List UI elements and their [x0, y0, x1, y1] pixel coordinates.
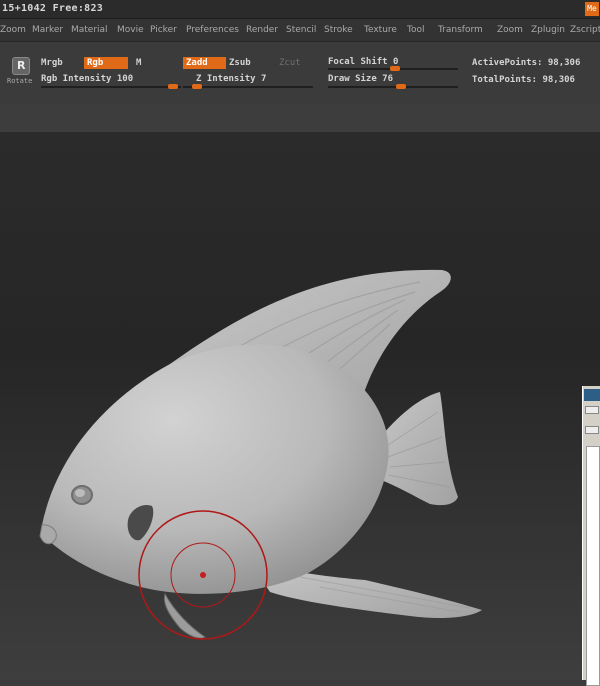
menu-zoom-left[interactable]: Zoom: [0, 25, 26, 35]
pelvic-fin: [163, 592, 206, 639]
draw-size-knob[interactable]: [396, 84, 406, 89]
fish-body: [42, 344, 389, 594]
menu-stroke[interactable]: Stroke: [324, 25, 353, 35]
z-intensity-label: Z Intensity 7: [196, 74, 267, 84]
fish-eye-highlight: [75, 489, 85, 497]
menu-movie[interactable]: Movie: [117, 25, 144, 35]
menu-picker[interactable]: Picker: [150, 25, 177, 35]
menu-zscript[interactable]: Zscript: [570, 25, 600, 35]
zsub-button[interactable]: Zsub: [229, 58, 251, 68]
rotate-button[interactable]: R: [12, 57, 30, 75]
rgb-intensity-label: Rgb Intensity 100: [41, 74, 134, 84]
z-intensity-knob[interactable]: [192, 84, 202, 89]
fish-viewport: [39, 269, 482, 640]
zadd-button[interactable]: Zadd: [183, 57, 226, 69]
m-button[interactable]: M: [136, 58, 141, 68]
rotate-label: Rotate: [7, 77, 33, 85]
memory-status-text: 15+1042 Free:823: [2, 3, 104, 14]
brush-center-dot: [200, 572, 206, 578]
focal-shift-label: Focal Shift 0: [328, 57, 399, 67]
rgb-intensity-knob[interactable]: [168, 84, 178, 89]
menu-stencil[interactable]: Stencil: [286, 25, 316, 35]
menu-render[interactable]: Render: [246, 25, 278, 35]
rgb-intensity-slider[interactable]: [41, 86, 181, 88]
draw-size-label: Draw Size 76: [328, 74, 394, 84]
rgb-button[interactable]: Rgb: [84, 57, 128, 69]
title-bar: 15+1042 Free:823 Me: [0, 0, 600, 19]
external-window-titlebar: [584, 389, 600, 401]
external-window-edge[interactable]: [582, 386, 600, 686]
external-window-content: [586, 446, 600, 686]
active-points-readout: ActivePoints: 98,306: [472, 58, 581, 68]
top-shelf: [0, 42, 600, 104]
shelf-divider: [0, 104, 600, 132]
window-badge[interactable]: Me: [585, 2, 599, 16]
zcut-button[interactable]: Zcut: [279, 58, 301, 68]
mrgb-button[interactable]: Mrgb: [41, 58, 63, 68]
draw-size-slider[interactable]: [328, 86, 458, 88]
menu-bar: Zoom Marker Material Movie Picker Prefer…: [0, 19, 600, 42]
menu-preferences[interactable]: Preferences: [186, 25, 239, 35]
z-intensity-slider[interactable]: [183, 86, 313, 88]
document-canvas[interactable]: [0, 132, 600, 680]
external-window-row: [585, 406, 599, 414]
rotate-icon: R: [17, 59, 26, 72]
menu-material[interactable]: Material: [71, 25, 108, 35]
menu-texture[interactable]: Texture: [364, 25, 397, 35]
menu-marker[interactable]: Marker: [32, 25, 63, 35]
external-window-row: [585, 426, 599, 434]
focal-shift-knob[interactable]: [390, 66, 400, 71]
total-points-readout: TotalPoints: 98,306: [472, 75, 575, 85]
menu-zplugin[interactable]: Zplugin: [531, 25, 565, 35]
menu-tool[interactable]: Tool: [407, 25, 424, 35]
menu-zoom[interactable]: Zoom: [497, 25, 523, 35]
menu-transform[interactable]: Transform: [438, 25, 483, 35]
